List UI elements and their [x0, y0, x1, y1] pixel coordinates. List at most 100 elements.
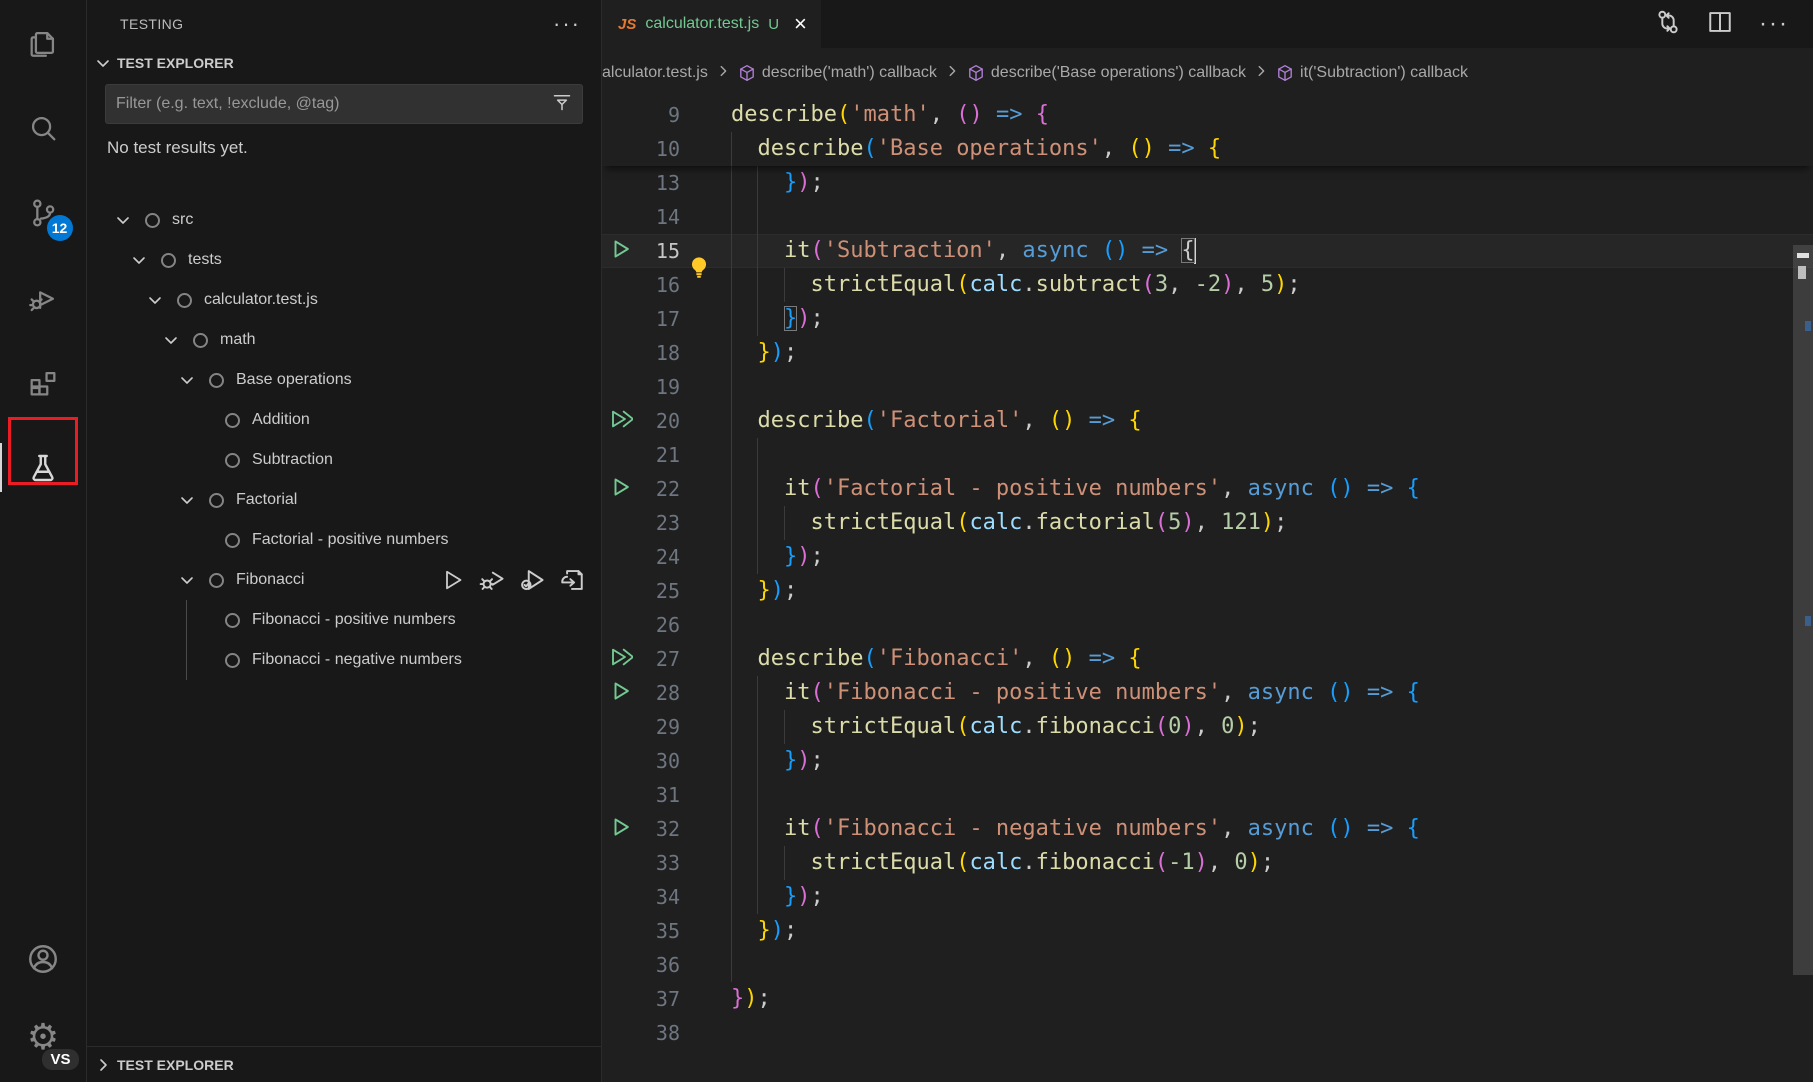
code-text: strictEqual(calc.subtract(3, -2), 5);	[731, 268, 1301, 302]
indent-guide	[731, 540, 732, 574]
breadcrumb-item-2[interactable]: describe('Base operations') callback	[967, 64, 1246, 82]
indent-guide	[757, 744, 758, 778]
breadcrumb-label: describe('math') callback	[762, 64, 937, 82]
indent-guide	[784, 846, 785, 880]
activity-bar-item-run-debug[interactable]	[0, 255, 87, 340]
indent-guide	[731, 234, 732, 268]
activity-bar-item-extensions[interactable]	[0, 340, 87, 425]
run-test-icon[interactable]	[441, 568, 465, 592]
chevron-down-icon[interactable]	[179, 372, 195, 388]
run-test-gutter-icon[interactable]	[610, 816, 632, 842]
chevron-down-icon[interactable]	[147, 292, 163, 308]
extensions-icon	[26, 366, 60, 400]
run-all-tests-gutter-icon[interactable]	[609, 407, 633, 435]
tree-item-label: tests	[188, 251, 222, 269]
chevron-down-icon[interactable]	[115, 212, 131, 228]
tree-item-math[interactable]: math	[87, 320, 601, 360]
files-icon	[26, 26, 60, 60]
gutter-glyph-margin[interactable]	[602, 407, 640, 435]
code-text: });	[731, 336, 797, 370]
tree-item-label: Addition	[252, 411, 310, 429]
test-explorer-section-header[interactable]: TEST EXPLORER	[87, 48, 601, 78]
tree-item-base-operations[interactable]: Base operations	[87, 360, 601, 400]
breadcrumb-item-1[interactable]: describe('math') callback	[738, 64, 937, 82]
sticky-line-10: 10 describe('Base operations', () => {	[602, 132, 1813, 166]
tree-item-tests[interactable]: tests	[87, 240, 601, 280]
tree-item-fibonacci-negative-numbers[interactable]: Fibonacci - negative numbers	[87, 640, 601, 680]
gutter-glyph-margin[interactable]	[602, 238, 640, 264]
run-all-tests-gutter-icon[interactable]	[609, 645, 633, 673]
code-line-14: 14	[602, 200, 1813, 234]
indent-guide	[731, 404, 732, 438]
activity-bar-item-settings[interactable]: ⚙VS	[0, 998, 87, 1076]
breadcrumb-item-3[interactable]: it('Subtraction') callback	[1276, 64, 1468, 82]
gutter-glyph-margin[interactable]	[602, 645, 640, 673]
test-filter-input[interactable]	[116, 95, 552, 113]
gutter-glyph-margin[interactable]	[602, 476, 640, 502]
test-state-circle-icon	[193, 333, 208, 348]
breadcrumb-separator-icon	[716, 64, 730, 83]
chevron-down-icon	[95, 55, 111, 71]
filter-icon[interactable]	[552, 92, 572, 117]
more-actions-icon[interactable]: ···	[1759, 10, 1789, 38]
run-test-gutter-icon[interactable]	[610, 238, 632, 264]
run-coverage-icon[interactable]	[519, 567, 545, 593]
code-text: });	[731, 880, 824, 914]
tab-calculator-test-js[interactable]: JS calculator.test.js U ×	[602, 0, 821, 48]
line-number: 31	[640, 783, 680, 807]
code-text: it('Factorial - positive numbers', async…	[731, 472, 1420, 506]
indent-guide	[731, 642, 732, 676]
tree-item-fibonacci-positive-numbers[interactable]: Fibonacci - positive numbers	[87, 600, 601, 640]
code-text: });	[731, 302, 824, 336]
indent-guide	[731, 676, 732, 710]
goto-test-icon[interactable]	[559, 567, 585, 593]
tree-item-fibonacci[interactable]: Fibonacci	[87, 560, 601, 600]
test-state-circle-icon	[209, 573, 224, 588]
line-number: 13	[640, 171, 680, 195]
scrollbar-slider[interactable]	[1793, 245, 1813, 975]
sidebar-more-actions-icon[interactable]: ···	[553, 11, 581, 37]
run-test-gutter-icon[interactable]	[610, 476, 632, 502]
chevron-down-icon[interactable]	[179, 572, 195, 588]
activity-bar-item-testing[interactable]	[0, 425, 87, 510]
tree-indent-spacer	[195, 412, 211, 428]
indent-guide	[757, 200, 758, 234]
code-text: describe('Base operations', () => {	[731, 132, 1221, 166]
test-explorer-collapsed-section[interactable]: TEST EXPLORER	[87, 1046, 601, 1082]
overview-cursor-mark-2	[1798, 266, 1806, 279]
activity-bar-item-explorer[interactable]	[0, 0, 87, 85]
tree-indent-spacer	[195, 532, 211, 548]
tree-item-factorial-positive-numbers[interactable]: Factorial - positive numbers	[87, 520, 601, 560]
split-editor-icon[interactable]	[1707, 9, 1733, 40]
tree-item-addition[interactable]: Addition	[87, 400, 601, 440]
tree-item-subtraction[interactable]: Subtraction	[87, 440, 601, 480]
run-test-gutter-icon[interactable]	[610, 680, 632, 706]
tree-item-factorial[interactable]: Factorial	[87, 480, 601, 520]
code-editor[interactable]: 13 });1415 it('Subtraction', async () =>…	[602, 98, 1813, 1082]
chevron-down-icon[interactable]	[131, 252, 147, 268]
activity-bar-item-source-control[interactable]: 12	[0, 170, 87, 255]
code-line-38: 38	[602, 1016, 1813, 1050]
activity-bar-item-account[interactable]	[0, 920, 87, 998]
breadcrumb-item-0[interactable]: alculator.test.js	[602, 64, 708, 82]
gutter-glyph-margin[interactable]	[602, 680, 640, 706]
code-text: describe('Factorial', () => {	[731, 404, 1142, 438]
open-changes-icon[interactable]	[1655, 9, 1681, 40]
code-line-27: 27 describe('Fibonacci', () => {	[602, 642, 1813, 676]
code-text: });	[731, 540, 824, 574]
code-line-25: 25 });	[602, 574, 1813, 608]
gutter-glyph-margin[interactable]	[602, 816, 640, 842]
chevron-down-icon[interactable]	[179, 492, 195, 508]
code-text: it('Fibonacci - negative numbers', async…	[731, 812, 1420, 846]
debug-test-icon[interactable]	[479, 567, 505, 593]
overview-cursor-mark	[1797, 253, 1809, 258]
indent-guide	[757, 880, 758, 914]
chevron-down-icon[interactable]	[163, 332, 179, 348]
indent-guide	[757, 302, 758, 336]
code-line-24: 24 });	[602, 540, 1813, 574]
activity-bar-item-search[interactable]	[0, 85, 87, 170]
tree-item-src[interactable]: src	[87, 200, 601, 240]
tree-item-calculator-test-js[interactable]: calculator.test.js	[87, 280, 601, 320]
close-tab-icon[interactable]: ×	[794, 13, 807, 35]
code-line-18: 18 });	[602, 336, 1813, 370]
